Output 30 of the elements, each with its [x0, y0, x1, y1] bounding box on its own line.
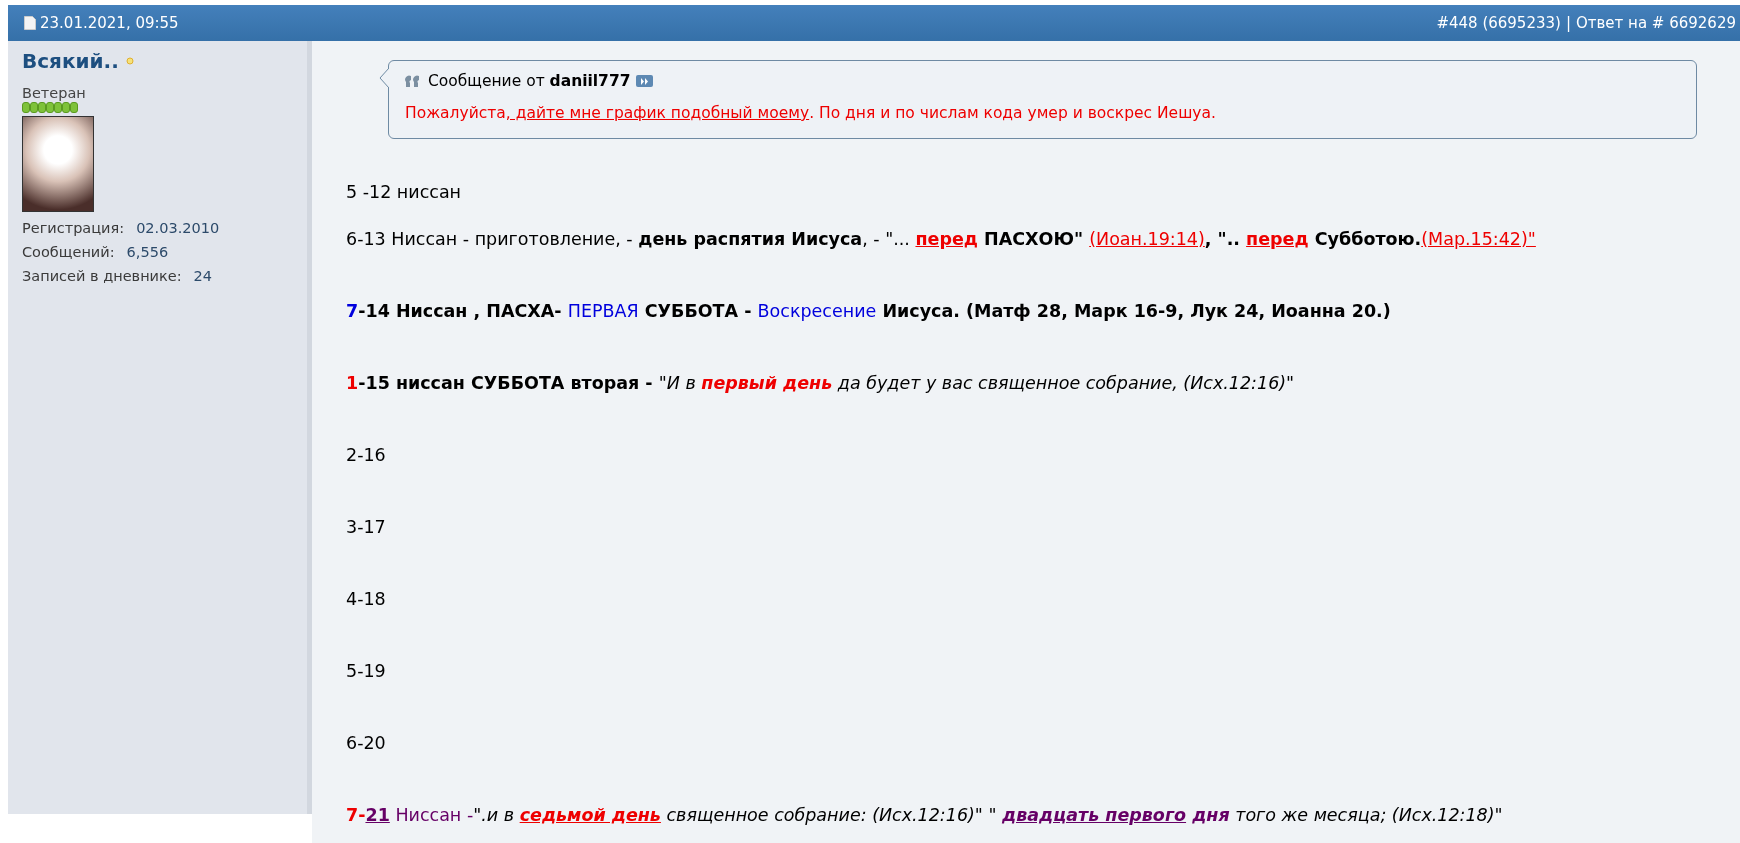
quote-author-label: Сообщение от daniil777	[428, 72, 631, 90]
username-link[interactable]: Всякий..	[22, 49, 119, 73]
view-post-button[interactable]	[636, 75, 654, 87]
post-date: 23.01.2021, 09:55	[40, 14, 179, 32]
user-rank: Ветеран	[22, 85, 87, 101]
post-text-line: 7-21 Ниссан -".и в седьмой день священное собрание: (Исх.12:16)" " двадцать первого дня того же месяца; (Исх.12:18)"	[346, 804, 1504, 826]
post-text-line: 6-20	[346, 732, 387, 754]
post-text-line: 2-16	[346, 444, 387, 466]
quote-marks-icon	[405, 74, 422, 88]
stat-label: Регистрация:	[22, 220, 125, 236]
post-text-line: 7-14 Ниссан , ПАСХА- ПЕРВАЯ СУББОТА - Воскресение Иисуса. (Матф 28, Марк 16-9, Лук 24, Иоанна 20.)	[346, 300, 1392, 322]
post-text-line: 1-15 ниссан СУББОТА вторая - "И в первый день да будет у вас священное собрание, (Исх.12:16)"	[346, 372, 1296, 394]
post-text-line: 6-13 Ниссан - приготовление, - день распятия Иисуса, - "... перед ПАСХОЮ" (Иоан.19:14), ".. перед Субботою.(Мар.15:42)"	[346, 228, 1537, 250]
post-text-line: 5 -12 ниссан	[346, 181, 463, 203]
post-text-line: 5-19	[346, 660, 387, 682]
reply-to-link[interactable]: Ответ на # 6692629	[1575, 14, 1736, 32]
quote-text: Пожалуйста, дайте мне график подобный моему. По дня и по числам кода умер и воскрес Иешуа.	[405, 104, 1217, 122]
stat-label: Сообщений:	[22, 244, 115, 260]
reputation-pills-icon	[22, 102, 80, 113]
post-number-link[interactable]: #448 (6695233)	[1436, 14, 1561, 32]
stat-value: 24	[193, 268, 213, 284]
status-dot-icon	[125, 57, 134, 65]
double-arrow-icon	[640, 77, 650, 85]
separator: |	[1565, 14, 1571, 32]
stat-value: 6,556	[126, 244, 169, 260]
post-text-line: 3-17	[346, 516, 387, 538]
post-text-line: 4-18	[346, 588, 387, 610]
stat-label: Записей в дневнике:	[22, 268, 182, 284]
document-icon	[24, 16, 36, 30]
stat-value: 02.03.2010	[136, 220, 220, 236]
